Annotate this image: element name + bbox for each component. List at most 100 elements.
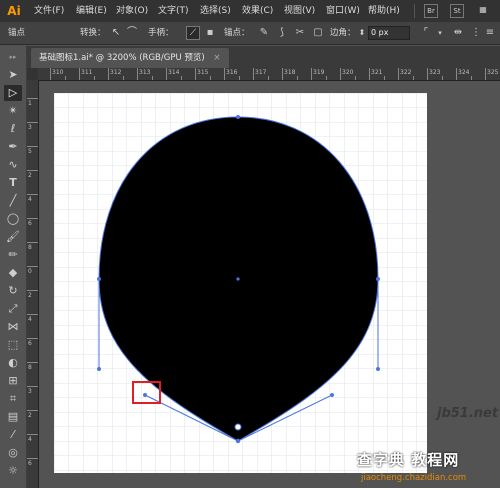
workspace-icon[interactable]: ▦ bbox=[476, 4, 490, 18]
anchor-right[interactable] bbox=[376, 277, 380, 281]
menu-select[interactable]: 选择(S) bbox=[200, 0, 231, 22]
direct-selection-tool-icon[interactable]: ▷ bbox=[4, 85, 22, 101]
ruler-v-label: 6 bbox=[28, 340, 32, 347]
menu-type[interactable]: 文字(T) bbox=[158, 0, 189, 22]
hide-handles-icon[interactable]: ▪ bbox=[204, 27, 216, 39]
ruler-v-label: 3 bbox=[28, 388, 32, 395]
ruler-h-label: 313 bbox=[139, 69, 151, 76]
ellipse-tool-icon[interactable]: ◯ bbox=[4, 211, 22, 227]
line-tool-icon[interactable]: ╱ bbox=[4, 193, 22, 209]
ruler-v-label: 8 bbox=[28, 244, 32, 251]
eraser-tool-icon[interactable]: ◆ bbox=[4, 265, 22, 281]
pencil-tool-icon[interactable]: ✏ bbox=[4, 247, 22, 263]
menu-effect[interactable]: 效果(C) bbox=[242, 0, 273, 22]
ruler-h-minor-tick bbox=[267, 76, 269, 80]
menu-window[interactable]: 窗口(W) bbox=[326, 0, 360, 22]
paintbrush-tool-icon[interactable]: 🖌 bbox=[4, 229, 22, 245]
rotate-tool-icon[interactable]: ↻ bbox=[4, 283, 22, 299]
connect-anchors-icon[interactable]: ⟆ bbox=[276, 27, 288, 39]
ruler-h-tick bbox=[456, 68, 457, 80]
mesh-tool-icon[interactable]: ⌗ bbox=[4, 391, 22, 407]
blend-tool-icon[interactable]: ◎ bbox=[4, 445, 22, 461]
menu-edit[interactable]: 编辑(E) bbox=[76, 0, 107, 22]
gradient-tool-icon[interactable]: ▤ bbox=[4, 409, 22, 425]
handle-point-bottom-right[interactable] bbox=[330, 393, 334, 397]
center-point bbox=[236, 277, 240, 281]
ruler-v-label: 6 bbox=[28, 220, 32, 227]
handle-point-left[interactable] bbox=[97, 367, 101, 371]
anchor-top[interactable] bbox=[236, 115, 240, 119]
type-tool-icon[interactable]: T bbox=[4, 175, 22, 191]
ruler-h-tick bbox=[195, 68, 196, 80]
perspective-grid-tool-icon[interactable]: ⊞ bbox=[4, 373, 22, 389]
width-tool-icon[interactable]: ⋈ bbox=[4, 319, 22, 335]
selection-tool-icon[interactable]: ➤ bbox=[4, 67, 22, 83]
handle-point-bottom-left[interactable] bbox=[143, 393, 147, 397]
close-icon[interactable]: × bbox=[213, 48, 220, 68]
canvas-area[interactable]: jb51.net 查字典 教程网 jiaocheng.chazidian.com bbox=[39, 81, 500, 488]
curvature-tool-icon[interactable]: ∿ bbox=[4, 157, 22, 173]
ruler-v-label: 4 bbox=[28, 436, 32, 443]
panel-collapse-icon[interactable]: ▸▸ bbox=[4, 49, 22, 65]
handle-point-right[interactable] bbox=[376, 367, 380, 371]
ruler-h-label: 321 bbox=[371, 69, 383, 76]
ruler-h-label: 325 bbox=[487, 69, 499, 76]
ruler-v-tick bbox=[27, 410, 38, 411]
more-options-icon[interactable]: ≡ bbox=[484, 27, 496, 39]
transform-icon[interactable]: ⋮ bbox=[470, 27, 482, 39]
symbol-sprayer-tool-icon[interactable]: ☼ bbox=[4, 463, 22, 479]
ruler-h-minor-tick bbox=[441, 76, 443, 80]
scale-tool-icon[interactable]: ⤢ bbox=[4, 301, 22, 317]
convert-corner-icon[interactable]: ↖ bbox=[110, 27, 122, 39]
corner-radius-field[interactable]: 0 px bbox=[368, 26, 410, 40]
anchor-left[interactable] bbox=[97, 277, 101, 281]
anchors-label: 锚点： bbox=[224, 28, 250, 38]
artboard[interactable] bbox=[54, 93, 427, 473]
ruler-v-tick bbox=[27, 98, 38, 99]
ruler-h-tick bbox=[427, 68, 428, 80]
ruler-v-tick bbox=[27, 458, 38, 459]
convert-smooth-icon[interactable]: ⌒ bbox=[126, 27, 138, 39]
ruler-h-label: 315 bbox=[197, 69, 209, 76]
corner-options-icon[interactable]: ⌜ bbox=[420, 27, 432, 39]
ruler-h-tick bbox=[253, 68, 254, 80]
menu-view[interactable]: 视图(V) bbox=[284, 0, 315, 22]
corner-label: 边角： bbox=[330, 28, 356, 38]
ruler-h-label: 322 bbox=[400, 69, 412, 76]
vertical-ruler[interactable]: 1 3 5 2 4 6 8 0 2 4 6 8 3 2 4 6 bbox=[27, 80, 39, 488]
ruler-h-tick bbox=[282, 68, 283, 80]
convert-label: 转换： bbox=[80, 28, 106, 38]
anchor-bottom[interactable] bbox=[235, 438, 241, 444]
remove-anchor-icon[interactable]: ✎ bbox=[258, 27, 270, 39]
corner-dropdown-icon[interactable]: ▾ bbox=[434, 27, 446, 39]
show-handles-icon[interactable]: ⟋ bbox=[186, 26, 200, 40]
document-tab[interactable]: 基础图标1.ai* @ 3200% (RGB/GPU 预览) × bbox=[31, 48, 229, 68]
corner-stepper-icon[interactable]: ⬍ bbox=[356, 27, 368, 39]
bridge-icon[interactable]: Br bbox=[424, 4, 438, 18]
horizontal-ruler[interactable]: 310 311 312 313 314 315 316 317 318 319 320 321 322 3… bbox=[38, 68, 500, 81]
isolate-icon[interactable]: ▢ bbox=[312, 27, 324, 39]
menu-file[interactable]: 文件(F) bbox=[34, 0, 64, 22]
ruler-v-tick bbox=[27, 194, 38, 195]
free-transform-tool-icon[interactable]: ⬚ bbox=[4, 337, 22, 353]
eyedropper-tool-icon[interactable]: ⁄ bbox=[4, 427, 22, 443]
shape-builder-tool-icon[interactable]: ◐ bbox=[4, 355, 22, 371]
ruler-h-minor-tick bbox=[122, 76, 124, 80]
stock-icon[interactable]: St bbox=[450, 4, 464, 18]
menu-object[interactable]: 对象(O) bbox=[116, 0, 148, 22]
tools-panel: ▸▸ ➤ ▷ ✴ ℓ ✒ ∿ T ╱ ◯ 🖌 ✏ ◆ ↻ ⤢ ⋈ ⬚ ◐ ⊞ ⌗… bbox=[0, 45, 27, 488]
ruler-h-label: 314 bbox=[168, 69, 180, 76]
pen-tool-icon[interactable]: ✒ bbox=[4, 139, 22, 155]
ruler-origin[interactable] bbox=[27, 68, 38, 80]
ruler-v-label: 5 bbox=[28, 148, 32, 155]
menu-help[interactable]: 帮助(H) bbox=[368, 0, 400, 22]
align-icon[interactable]: ⇹ bbox=[452, 27, 464, 39]
corner-widget[interactable] bbox=[234, 423, 242, 431]
magic-wand-tool-icon[interactable]: ✴ bbox=[4, 103, 22, 119]
ruler-h-label: 317 bbox=[255, 69, 267, 76]
ruler-v-tick bbox=[27, 122, 38, 123]
artwork-svg[interactable] bbox=[54, 93, 427, 473]
cut-path-icon[interactable]: ✂ bbox=[294, 27, 306, 39]
lasso-tool-icon[interactable]: ℓ bbox=[4, 121, 22, 137]
ruler-h-minor-tick bbox=[151, 76, 153, 80]
